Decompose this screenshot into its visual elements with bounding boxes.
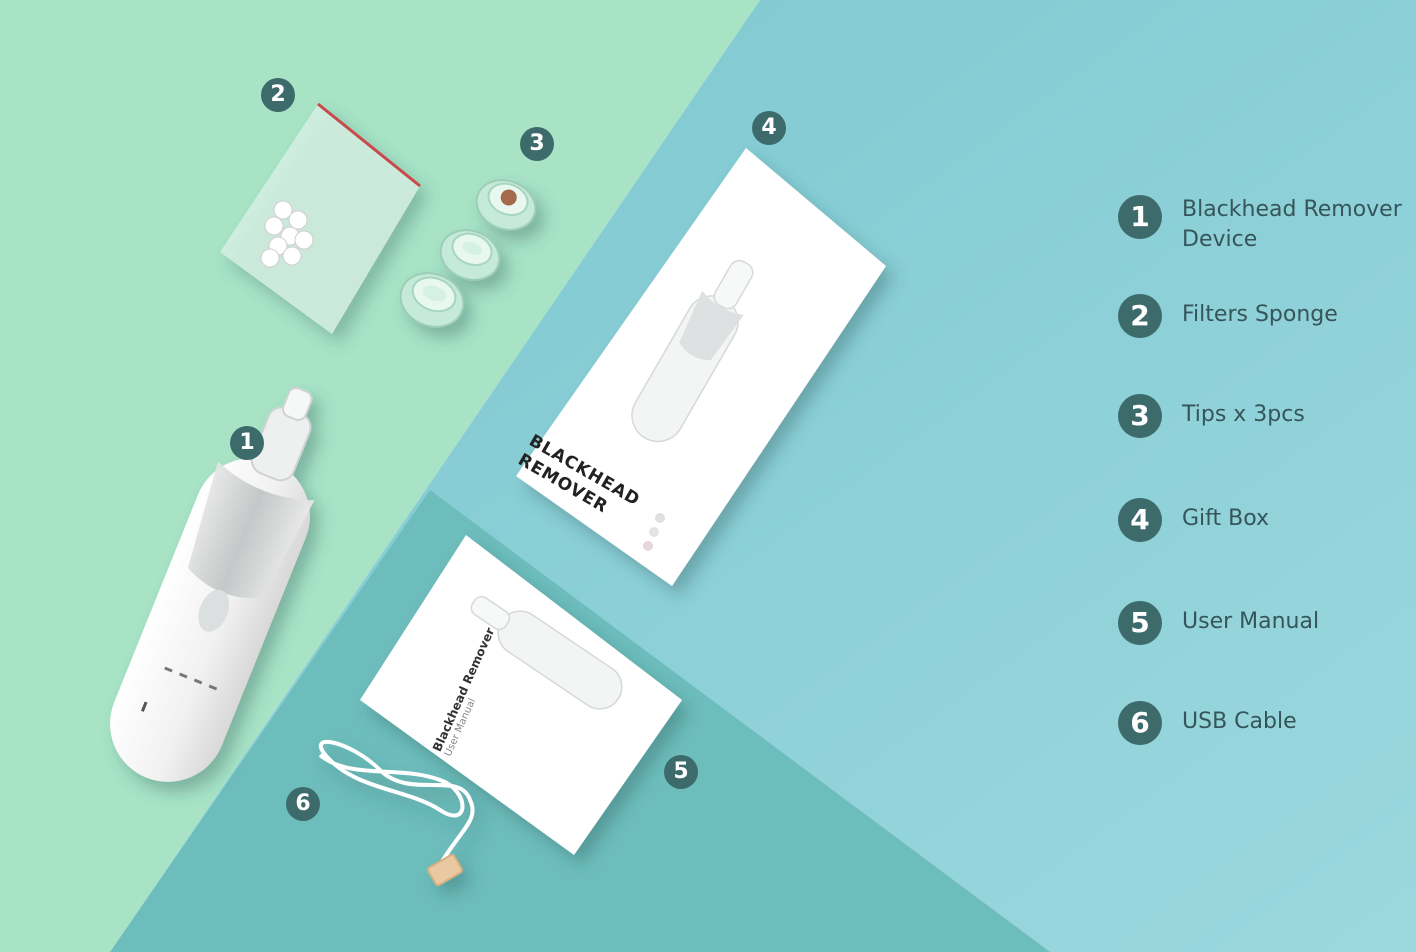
legend-number: 6 bbox=[1118, 701, 1162, 745]
legend-number: 1 bbox=[1118, 195, 1162, 239]
legend-label: Tips x 3pcs bbox=[1182, 402, 1305, 427]
legend-label: Blackhead Remover Device bbox=[1182, 197, 1402, 252]
product-badge-3: 3 bbox=[520, 127, 554, 161]
legend-label: Gift Box bbox=[1182, 506, 1270, 531]
legend-number: 2 bbox=[1118, 294, 1162, 338]
legend-label: Filters Sponge bbox=[1182, 302, 1338, 327]
legend-label: User Manual bbox=[1182, 609, 1320, 634]
legend-number: 3 bbox=[1118, 394, 1162, 438]
product-contents-photo: BLACKHEAD REMOVER Blackhead Remover User… bbox=[0, 0, 1416, 952]
product-badge-4: 4 bbox=[752, 111, 786, 145]
product-badge-1: 1 bbox=[230, 426, 264, 460]
product-badge-5: 5 bbox=[664, 755, 698, 789]
legend-number: 5 bbox=[1118, 601, 1162, 645]
product-badge-6: 6 bbox=[286, 787, 320, 821]
background-panels bbox=[0, 0, 1416, 952]
product-badge-2: 2 bbox=[261, 78, 295, 112]
legend-label: USB Cable bbox=[1182, 709, 1297, 734]
legend-number: 4 bbox=[1118, 498, 1162, 542]
